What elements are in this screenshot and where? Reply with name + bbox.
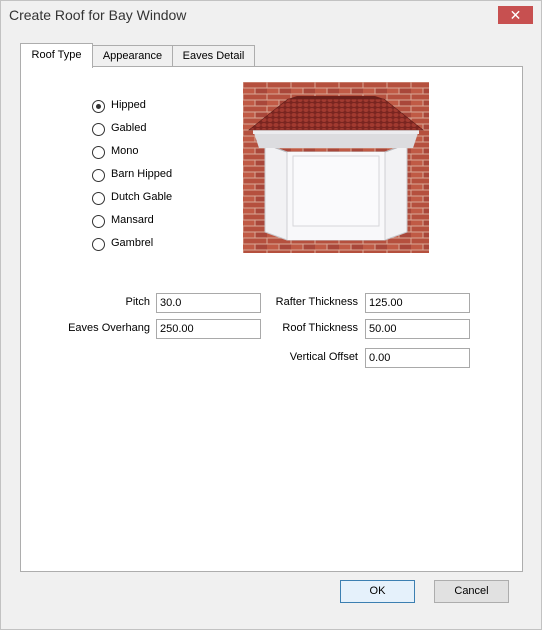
window-title: Create Roof for Bay Window: [9, 7, 187, 23]
pitch-field[interactable]: 30.0: [156, 293, 261, 313]
cancel-button[interactable]: Cancel: [434, 580, 509, 603]
radio-label: Hipped: [111, 99, 146, 111]
radio-label: Dutch Gable: [111, 191, 173, 203]
rafter-thickness-label: Rafter Thickness: [275, 296, 358, 308]
radio-indicator[interactable]: [92, 215, 105, 228]
ok-button[interactable]: OK: [340, 580, 415, 603]
close-button[interactable]: ✕: [498, 6, 533, 24]
roof-thickness-field[interactable]: 50.00: [365, 319, 470, 339]
vertical-offset-label: Vertical Offset: [289, 351, 358, 363]
eaves-overhang-label: Eaves Overhang: [68, 322, 150, 334]
radio-indicator[interactable]: [92, 192, 105, 205]
radio-label: Gambrel: [111, 237, 154, 249]
radio-indicator[interactable]: [92, 146, 105, 159]
radio-label: Gabled: [111, 122, 147, 134]
rafter-thickness-field[interactable]: 125.00: [365, 293, 470, 313]
eaves-overhang-field[interactable]: 250.00: [156, 319, 261, 339]
vertical-offset-field[interactable]: 0.00: [365, 348, 470, 368]
radio-label: Mono: [111, 145, 139, 157]
radio-indicator[interactable]: [92, 100, 105, 113]
tab-appearance[interactable]: Appearance: [92, 45, 173, 67]
roof-thickness-label: Roof Thickness: [282, 322, 358, 334]
title-bar: Create Roof for Bay Window ✕: [1, 1, 541, 31]
radio-indicator[interactable]: [92, 169, 105, 182]
pitch-label: Pitch: [125, 296, 150, 308]
close-icon: ✕: [509, 7, 522, 23]
radio-label: Mansard: [111, 214, 154, 226]
roof-preview-image: [243, 82, 429, 253]
radio-indicator[interactable]: [92, 123, 105, 136]
radio-label: Barn Hipped: [111, 168, 173, 180]
radio-indicator[interactable]: [92, 238, 105, 251]
tab-roof-type[interactable]: Roof Type: [20, 43, 93, 68]
tab-eaves-detail[interactable]: Eaves Detail: [172, 45, 255, 67]
